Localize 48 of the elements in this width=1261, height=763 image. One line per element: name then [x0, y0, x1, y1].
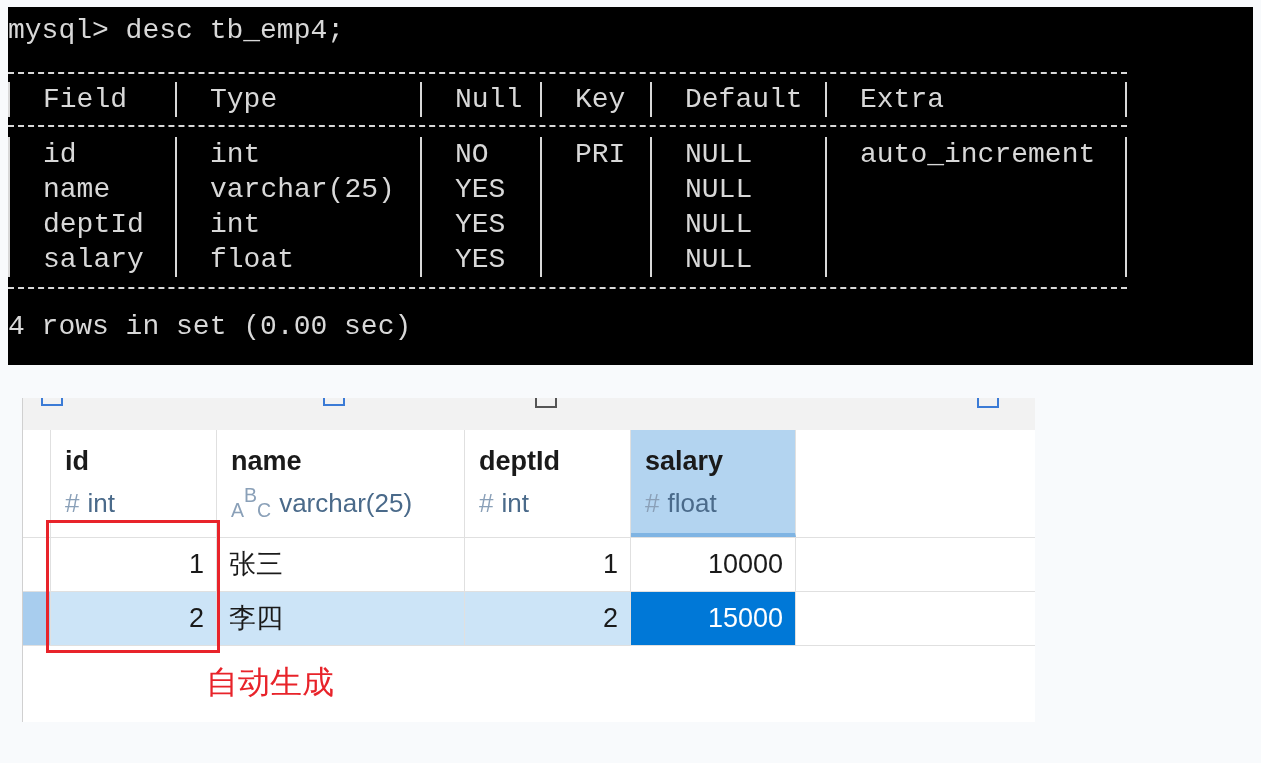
toolbar-icon [977, 398, 999, 408]
table-cell: id [43, 139, 77, 170]
table-cell: PRI [575, 139, 626, 170]
column-name: name [231, 445, 302, 478]
column-header: Type [210, 84, 278, 115]
column-header[interactable]: salary # float [631, 430, 796, 537]
toolbar-icon [41, 398, 63, 406]
column-type: int [501, 487, 529, 520]
table-cell: deptId [43, 209, 144, 240]
table-cell: int [210, 139, 261, 170]
type-icon: # [645, 484, 660, 523]
column-type: float [667, 487, 717, 520]
toolbar-icon [535, 398, 557, 408]
table-cell: NULL [685, 174, 753, 205]
table-cell: NO [455, 139, 489, 170]
table-cell: YES [455, 174, 506, 205]
row-header[interactable] [23, 592, 51, 645]
table-cell: varchar(25) [210, 174, 395, 205]
table-cell: NULL [685, 209, 753, 240]
column-type: varchar(25) [279, 487, 413, 520]
command-line: mysql> desc tb_emp4; [8, 14, 345, 48]
table-cell: float [210, 244, 294, 275]
column-header: Field [43, 84, 127, 115]
table-cell: YES [455, 209, 506, 240]
table-cell: int [210, 209, 261, 240]
table-cell: NULL [685, 139, 753, 170]
column-header: Key [575, 84, 626, 115]
column-header: Extra [860, 84, 944, 115]
column-name: deptId [479, 445, 560, 478]
annotation-text: 自动生成 [206, 663, 334, 702]
table-cell[interactable]: 2 [465, 592, 631, 645]
table-cell: name [43, 174, 111, 205]
column-name: id [65, 445, 89, 478]
table-cell[interactable]: 15000 [631, 592, 796, 645]
column-type: int [87, 487, 115, 520]
column-name: salary [645, 445, 724, 478]
table-cell: auto_increment [860, 139, 1096, 170]
table-cell[interactable]: 李四 [217, 592, 465, 645]
table-cell: YES [455, 244, 506, 275]
toolbar-icon [323, 398, 345, 406]
type-icon: # [65, 484, 80, 523]
column-header: Default [685, 84, 803, 115]
result-summary: 4 rows in set (0.00 sec) [8, 310, 412, 344]
table-cell: NULL [685, 244, 753, 275]
table-cell: salary [43, 244, 144, 275]
column-header: Null [455, 84, 523, 115]
type-icon: # [479, 484, 494, 523]
table-cell[interactable]: 2 [51, 592, 217, 645]
